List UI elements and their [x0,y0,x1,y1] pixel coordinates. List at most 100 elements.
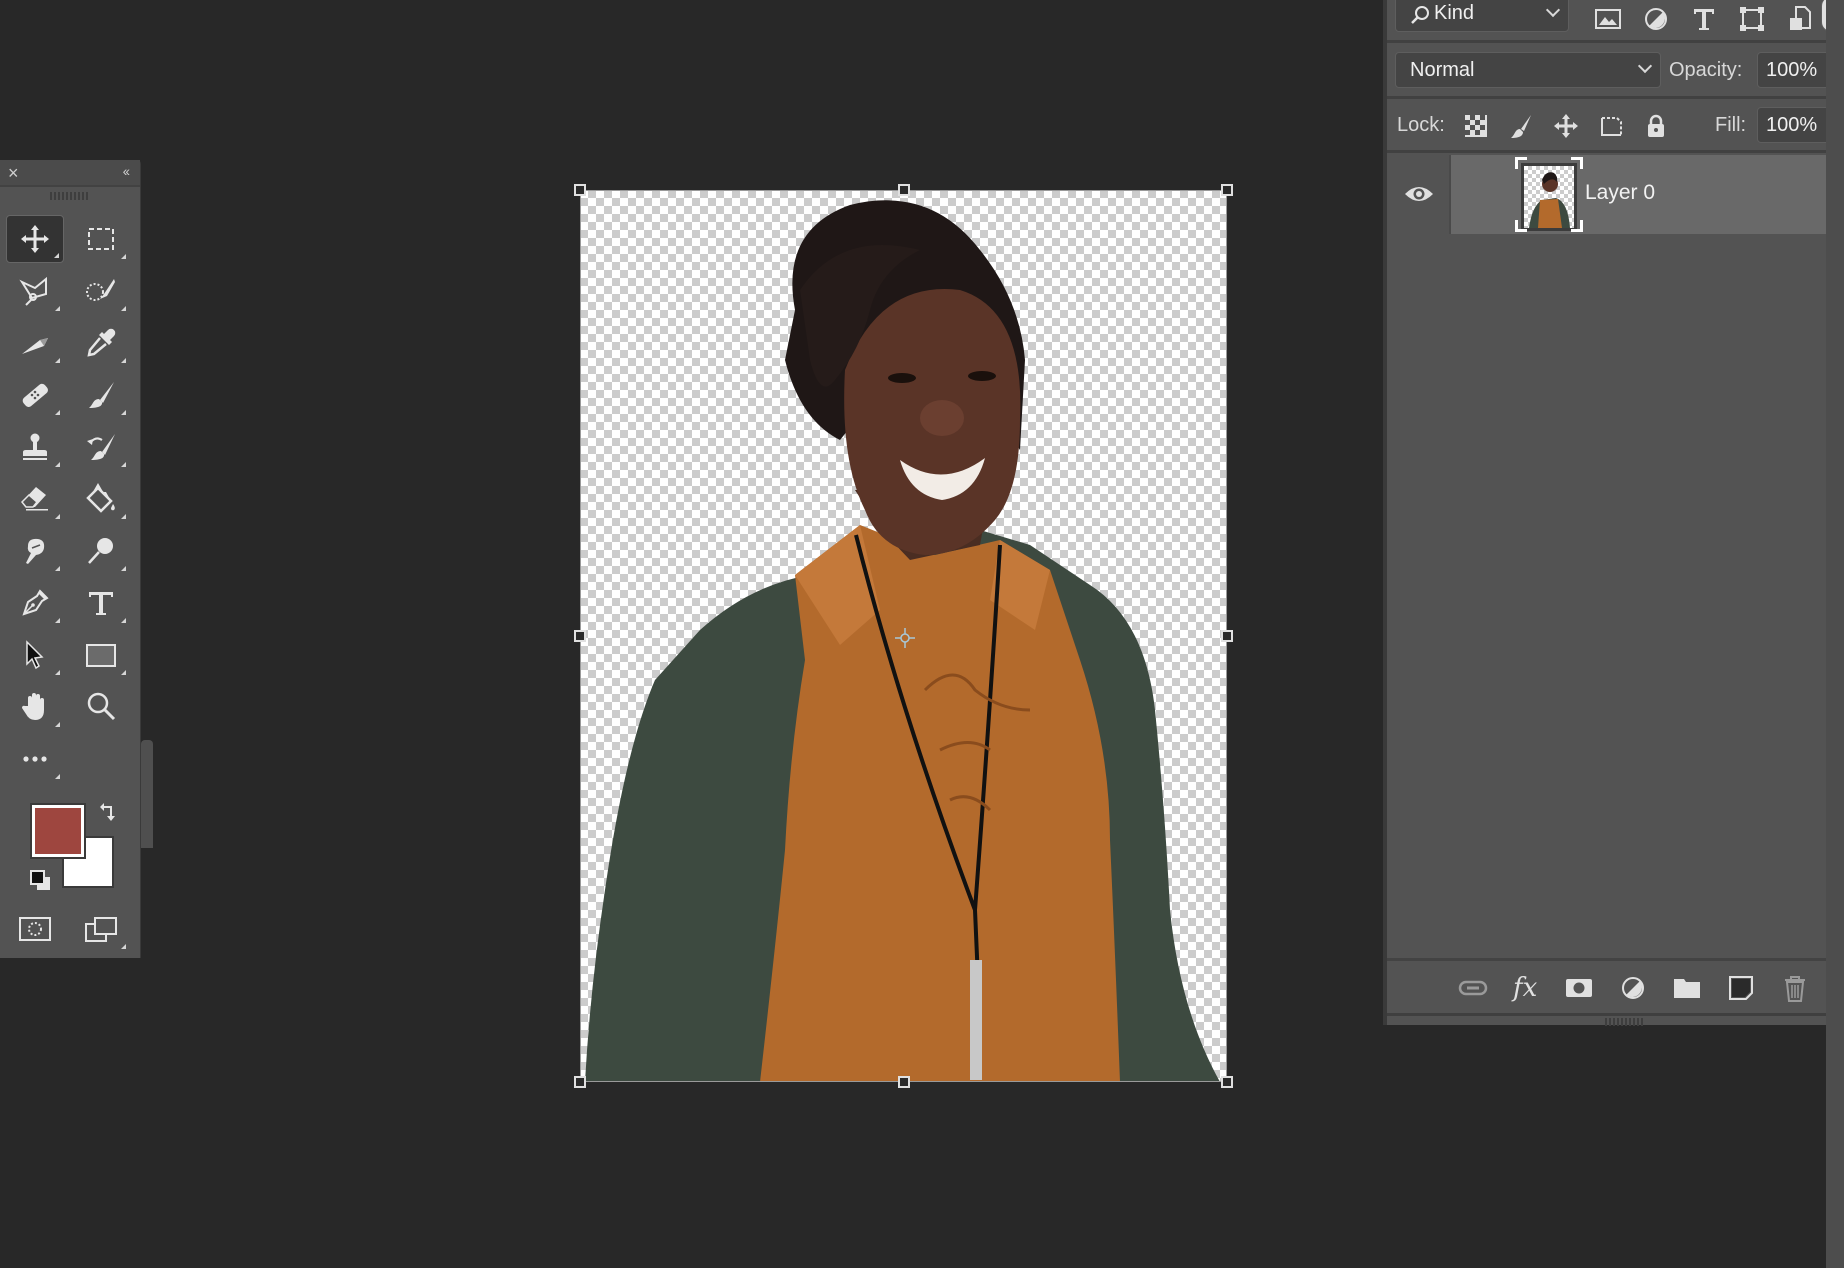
swap-colors-icon[interactable] [96,801,118,823]
crop-tool[interactable] [6,319,64,367]
delete-layer-icon[interactable] [1779,973,1811,1003]
eyedropper-tool[interactable] [72,319,130,367]
transform-handle-middle-right[interactable] [1221,630,1233,642]
fill-input[interactable]: 100% [1757,107,1829,143]
submenu-indicator [55,306,60,311]
adjustment-layer-icon[interactable] [1617,973,1649,1003]
lock-position-icon[interactable] [1552,112,1580,140]
fx-icon[interactable]: fx [1513,973,1545,1003]
chevron-down-icon [1545,2,1561,18]
image-filter-icon[interactable] [1593,4,1623,34]
transform-handle-bottom-left[interactable] [574,1076,586,1088]
foreground-color-swatch[interactable] [30,803,86,859]
pen-icon [22,589,49,616]
move-tool[interactable] [6,215,64,263]
screen-mode-icon [85,917,117,942]
layer-row[interactable]: Layer 0 [1387,155,1831,234]
divider [1387,150,1826,153]
lock-label: Lock: [1397,114,1445,136]
new-layer-icon[interactable] [1725,973,1757,1003]
chevron-down-icon [1637,58,1653,74]
layer-selected-highlight[interactable]: Layer 0 [1451,155,1831,234]
visibility-eye-icon[interactable] [1403,179,1435,209]
new-group-icon[interactable] [1671,973,1703,1003]
lock-artboard-icon[interactable] [1597,112,1625,140]
stamp-icon [23,433,47,460]
tools-panel-header[interactable]: × ‹‹ [0,160,140,187]
zoom-icon [87,692,116,721]
bandage-icon [22,383,48,407]
filter-kind-dropdown[interactable]: Kind [1395,0,1569,32]
default-colors-icon[interactable] [30,870,52,892]
smudge-icon [26,538,45,564]
layers-panel: Kind Normal Opacity: 100% Lock: Fill: 10… [1383,0,1844,1026]
paint-bucket-tool[interactable] [72,475,130,523]
edit-toolbar[interactable] [6,735,64,783]
layer-thumbnail[interactable] [1521,163,1577,231]
filter-kind-label: Kind [1434,2,1475,24]
submenu-indicator [121,462,126,467]
toolbar-scrollbar[interactable] [141,740,153,848]
divider [1387,96,1826,99]
submenu-indicator [55,462,60,467]
type-filter-icon[interactable] [1689,4,1719,34]
submenu-indicator [121,566,126,571]
submenu-indicator [121,618,126,623]
pen-tool[interactable] [6,579,64,627]
smart-object-filter-icon[interactable] [1785,4,1815,34]
transform-handle-bottom-center[interactable] [898,1076,910,1088]
selection-bracket [1571,157,1583,169]
zoom-tool[interactable] [72,683,130,731]
rectangular-marquee-tool[interactable] [72,215,130,263]
eraser-icon [20,487,48,511]
quick-selection-tool[interactable] [72,267,130,315]
marquee-icon [88,228,114,250]
brush-icon [89,382,114,408]
shape-filter-icon[interactable] [1737,4,1767,34]
healing-brush-tool[interactable] [6,371,64,419]
dodge-tool[interactable] [72,527,130,575]
adjustment-filter-icon[interactable] [1641,4,1671,34]
smudge-tool[interactable] [6,527,64,575]
blend-mode-dropdown[interactable]: Normal [1395,52,1661,88]
add-mask-icon[interactable] [1563,973,1595,1003]
path-selection-tool[interactable] [6,631,64,679]
drag-grip[interactable] [1605,1018,1645,1026]
polygonal-lasso-tool[interactable] [6,267,64,315]
screen-mode-button[interactable] [72,905,130,953]
link-layers-icon[interactable] [1457,973,1489,1003]
fill-label: Fill: [1715,114,1747,136]
transform-handle-top-center[interactable] [898,184,910,196]
clone-stamp-tool[interactable] [6,423,64,471]
history-brush-icon [87,434,115,460]
quick-mask-button[interactable] [6,905,64,953]
lock-image-pixels-icon[interactable] [1507,112,1535,140]
search-icon [1411,6,1429,24]
transform-handle-top-right[interactable] [1221,184,1233,196]
opacity-input[interactable]: 100% [1757,52,1829,88]
hand-tool[interactable] [6,683,64,731]
collapse-icon[interactable]: ‹‹ [123,163,130,179]
brush-tool[interactable] [72,371,130,419]
eyedropper-icon [87,328,116,357]
thumbnail-photo [1529,172,1570,228]
blend-mode-value: Normal [1410,59,1475,81]
submenu-indicator [55,566,60,571]
history-brush-tool[interactable] [72,423,130,471]
type-tool[interactable] [72,579,130,627]
drag-grip[interactable] [50,192,88,200]
lock-all-icon[interactable] [1642,112,1670,140]
rectangle-tool[interactable] [72,631,130,679]
panel-resize-bar[interactable] [1387,1013,1826,1026]
selection-bracket [1571,220,1583,232]
transform-handle-top-left[interactable] [574,184,586,196]
reference-point-icon[interactable] [895,628,915,648]
lock-transparent-pixels-icon[interactable] [1462,112,1490,140]
layer-name[interactable]: Layer 0 [1585,181,1655,205]
divider [1387,40,1826,43]
close-icon[interactable]: × [8,163,19,183]
transform-handle-bottom-right[interactable] [1221,1076,1233,1088]
eraser-tool[interactable] [6,475,64,523]
photoshop-workspace: × ‹‹ Kind Normal Opacity: 100% Lock: Fil… [0,0,1844,1268]
transform-handle-middle-left[interactable] [574,630,586,642]
